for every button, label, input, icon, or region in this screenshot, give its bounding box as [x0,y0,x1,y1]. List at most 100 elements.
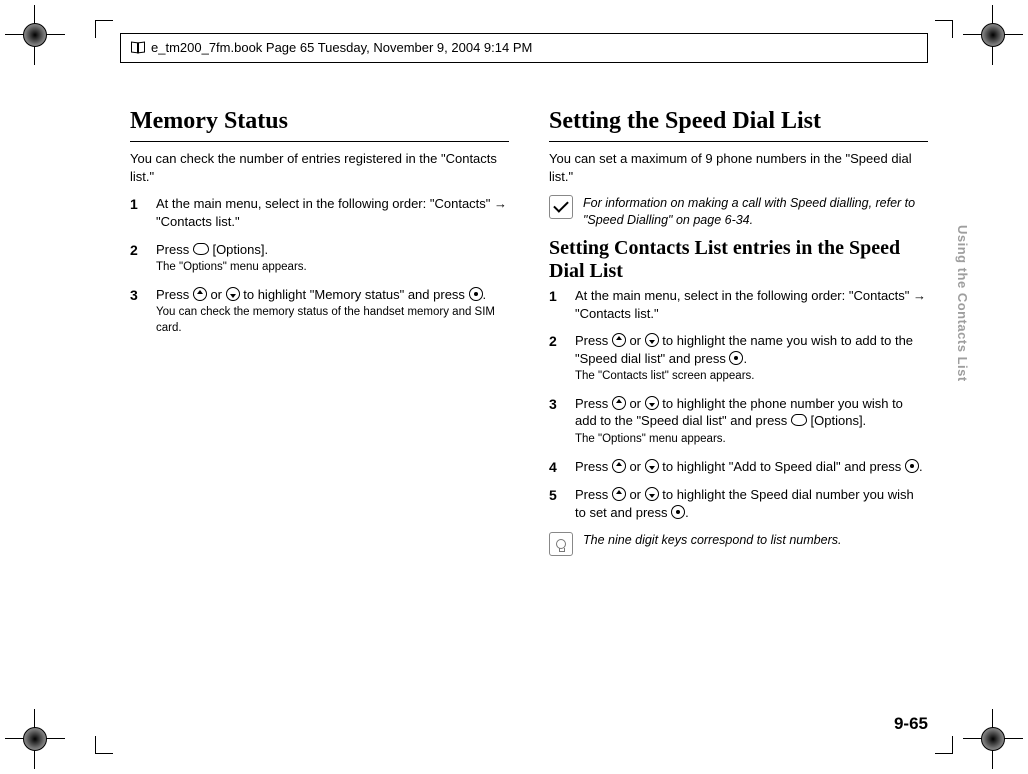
checkmark-icon [549,195,573,219]
crop-mark-icon [95,736,113,754]
nav-down-icon [226,287,240,301]
nav-down-icon [645,487,659,501]
step-text: or [207,287,226,302]
arrow-icon: → [494,196,507,211]
step-text: or [626,333,645,348]
step-text: Press [156,242,193,257]
nav-up-icon [612,459,626,473]
step-body: Press or to highlight the phone number y… [575,395,928,448]
book-icon [131,42,145,53]
step-text: [Options]. [209,242,268,257]
registration-mark-icon [963,709,1023,769]
step-text: "Contacts list." [575,306,659,321]
nav-up-icon [612,333,626,347]
step-number: 3 [130,286,156,337]
step-list: 1 At the main menu, select in the follow… [130,195,509,336]
nav-up-icon [612,396,626,410]
step-text: . [483,287,487,302]
step-text: At the main menu, select in the followin… [575,288,913,303]
step-item: 1 At the main menu, select in the follow… [130,195,509,230]
step-text: to highlight "Memory status" and press [240,287,469,302]
step-text: . [919,459,923,474]
step-text: Press [575,333,612,348]
step-text: Press [575,487,612,502]
step-text: "Contacts list." [156,214,240,229]
nav-down-icon [645,459,659,473]
nav-center-icon [729,351,743,365]
content-area: Memory Status You can check the number o… [130,105,928,704]
note-text: The nine digit keys correspond to list n… [583,532,928,556]
nav-up-icon [193,287,207,301]
lightbulb-icon [549,532,573,556]
step-body: Press or to highlight the name you wish … [575,332,928,385]
nav-down-icon [645,333,659,347]
crop-mark-icon [95,20,113,38]
softkey-icon [791,414,807,426]
step-text: Press [156,287,193,302]
nav-center-icon [469,287,483,301]
intro-text: You can set a maximum of 9 phone numbers… [549,150,928,185]
nav-up-icon [612,487,626,501]
step-subtext: The "Options" menu appears. [156,260,509,276]
step-number: 2 [130,241,156,276]
page: e_tm200_7fm.book Page 65 Tuesday, Novemb… [0,0,1028,774]
step-text: At the main menu, select in the followin… [156,196,494,211]
step-subtext: The "Options" menu appears. [575,432,928,448]
step-item: 3 Press or to highlight "Memory status" … [130,286,509,337]
step-number: 3 [549,395,575,448]
step-subtext: The "Contacts list" screen appears. [575,369,928,385]
section-side-tab: Using the Contacts List [955,225,970,382]
step-text: to highlight "Add to Speed dial" and pre… [659,459,905,474]
softkey-icon [193,243,209,255]
page-number: 9-65 [894,714,928,734]
step-item: 1 At the main menu, select in the follow… [549,287,928,322]
step-text: . [743,351,747,366]
step-number: 5 [549,486,575,521]
note-text: For information on making a call with Sp… [583,195,928,229]
running-header: e_tm200_7fm.book Page 65 Tuesday, Novemb… [120,33,928,63]
registration-mark-icon [963,5,1023,65]
nav-down-icon [645,396,659,410]
arrow-icon: → [913,288,926,303]
registration-mark-icon [5,709,65,769]
crop-mark-icon [935,736,953,754]
step-body: At the main menu, select in the followin… [156,195,509,230]
step-body: Press [Options]. The "Options" menu appe… [156,241,509,276]
step-number: 2 [549,332,575,385]
subsection-heading: Setting Contacts List entries in the Spe… [549,237,928,283]
step-text: Press [575,396,612,411]
step-item: 3 Press or to highlight the phone number… [549,395,928,448]
step-list: 1 At the main menu, select in the follow… [549,287,928,521]
step-text: or [626,459,645,474]
step-number: 1 [549,287,575,322]
step-number: 1 [130,195,156,230]
step-item: 4 Press or to highlight "Add to Speed di… [549,458,928,477]
section-heading-memory-status: Memory Status [130,105,509,137]
right-column: Setting the Speed Dial List You can set … [549,105,928,704]
info-note: For information on making a call with Sp… [549,195,928,229]
crop-mark-icon [935,20,953,38]
section-heading-speed-dial: Setting the Speed Dial List [549,105,928,137]
step-item: 2 Press or to highlight the name you wis… [549,332,928,385]
running-header-text: e_tm200_7fm.book Page 65 Tuesday, Novemb… [151,40,532,55]
step-body: Press or to highlight "Add to Speed dial… [575,458,928,477]
tip-note: The nine digit keys correspond to list n… [549,532,928,556]
step-item: 2 Press [Options]. The "Options" menu ap… [130,241,509,276]
nav-center-icon [905,459,919,473]
step-text: [Options]. [807,413,866,428]
heading-rule [549,141,928,142]
step-text: Press [575,459,612,474]
step-body: Press or to highlight the Speed dial num… [575,486,928,521]
left-column: Memory Status You can check the number o… [130,105,509,704]
step-item: 5 Press or to highlight the Speed dial n… [549,486,928,521]
intro-text: You can check the number of entries regi… [130,150,509,185]
step-text: or [626,396,645,411]
nav-center-icon [671,505,685,519]
step-body: At the main menu, select in the followin… [575,287,928,322]
step-body: Press or to highlight "Memory status" an… [156,286,509,337]
heading-rule [130,141,509,142]
step-text: or [626,487,645,502]
step-number: 4 [549,458,575,477]
registration-mark-icon [5,5,65,65]
step-subtext: You can check the memory status of the h… [156,305,509,336]
